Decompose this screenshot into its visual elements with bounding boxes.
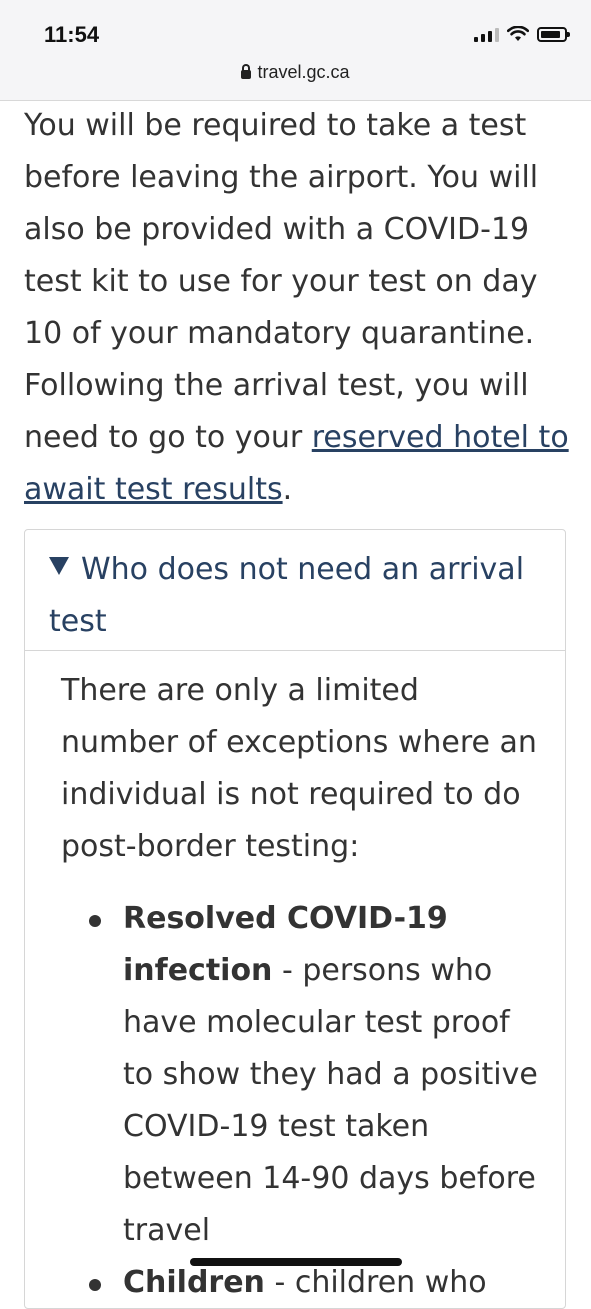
item-title: Children <box>123 1265 265 1300</box>
exceptions-list: Resolved COVID-19 infection - persons wh… <box>61 893 545 1309</box>
details-body: There are only a limited number of excep… <box>25 651 565 1309</box>
details-summary[interactable]: Who does not need an arrival test <box>25 530 565 651</box>
home-indicator[interactable] <box>190 1258 402 1266</box>
main-content: You will be required to take a test befo… <box>24 100 570 516</box>
status-icons <box>474 26 570 42</box>
wifi-icon <box>507 26 529 41</box>
item-text: - persons who have molecular test proof … <box>123 953 538 1248</box>
list-item: Resolved COVID-19 infection - persons wh… <box>89 893 545 1257</box>
url-bar[interactable]: travel.gc.ca <box>0 62 591 83</box>
details-intro: There are only a limited number of excep… <box>61 673 537 864</box>
lock-icon <box>241 64 252 79</box>
status-time: 11:54 <box>44 22 100 47</box>
intro-end: . <box>282 472 293 507</box>
summary-label: Who does not need an arrival test <box>49 552 525 639</box>
expanded-triangle-icon <box>49 557 69 575</box>
url-domain: travel.gc.ca <box>257 62 350 82</box>
arrival-test-exceptions-details: Who does not need an arrival test There … <box>24 529 566 1309</box>
intro-paragraph: You will be required to take a test befo… <box>24 100 570 516</box>
item-text: - children who <box>264 1265 487 1300</box>
battery-icon <box>537 26 570 42</box>
cellular-signal-icon <box>474 26 499 42</box>
intro-text: You will be required to take a test befo… <box>24 108 539 455</box>
browser-chrome: 11:54 travel.gc.ca <box>0 0 591 101</box>
